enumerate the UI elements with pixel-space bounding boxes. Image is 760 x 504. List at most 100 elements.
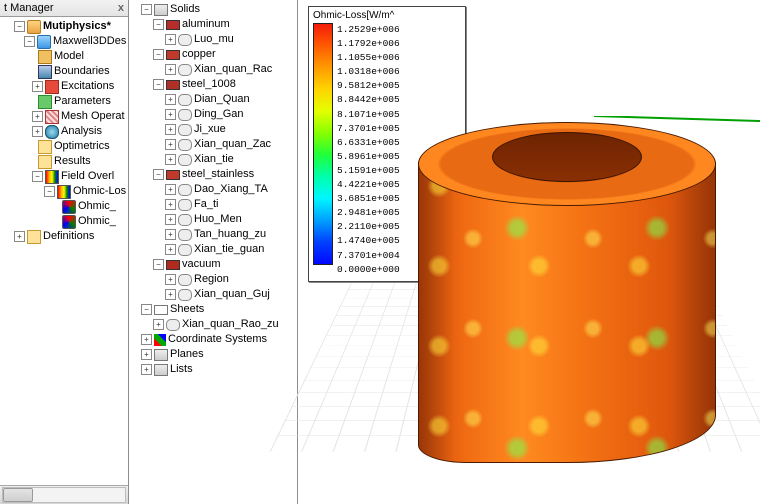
expand-icon[interactable]: + <box>141 349 152 360</box>
expand-icon[interactable]: + <box>165 34 176 45</box>
tree-item[interactable]: Parameters <box>54 94 111 109</box>
sheets-node[interactable]: Sheets <box>170 302 204 317</box>
expand-icon[interactable]: − <box>141 4 152 15</box>
legend-value: 6.6331e+005 <box>337 136 400 150</box>
cylinder-body <box>418 162 716 463</box>
expand-icon[interactable]: + <box>165 229 176 240</box>
project-tree[interactable]: −Mutiphysics* −Maxwell3DDes Model Bounda… <box>0 17 128 485</box>
expand-icon[interactable]: + <box>153 319 164 330</box>
optimetrics-icon <box>38 140 52 154</box>
expand-icon[interactable]: + <box>165 184 176 195</box>
object-node[interactable]: Huo_Men <box>194 212 242 227</box>
expand-icon[interactable]: + <box>141 334 152 345</box>
object-node[interactable]: Dian_Quan <box>194 92 250 107</box>
tree-item[interactable]: Boundaries <box>54 64 110 79</box>
panel-titlebar: t Manager x <box>0 0 128 17</box>
expand-icon[interactable]: + <box>14 231 25 242</box>
object-icon <box>178 229 192 241</box>
legend-colorbar <box>313 23 333 265</box>
material-node[interactable]: steel_stainless <box>182 167 254 182</box>
object-icon <box>178 244 192 256</box>
tree-item[interactable]: Definitions <box>43 229 94 244</box>
expand-icon[interactable]: − <box>153 79 164 90</box>
expand-icon[interactable]: + <box>165 139 176 150</box>
tree-item[interactable]: Field Overl <box>61 169 114 184</box>
object-node[interactable]: Xian_quan_Rac <box>194 62 272 77</box>
expand-icon[interactable]: + <box>165 154 176 165</box>
tree-item[interactable]: Analysis <box>61 124 102 139</box>
close-icon[interactable]: x <box>118 2 124 14</box>
expand-icon[interactable]: − <box>24 36 35 47</box>
object-icon <box>166 319 180 331</box>
legend-value: 1.1055e+006 <box>337 51 400 65</box>
object-node[interactable]: Ding_Gan <box>194 107 244 122</box>
material-node[interactable]: vacuum <box>182 257 221 272</box>
object-node[interactable]: Tan_huang_zu <box>194 227 266 242</box>
material-node[interactable]: copper <box>182 47 216 62</box>
object-node[interactable]: Fa_ti <box>194 197 218 212</box>
project-root[interactable]: Mutiphysics* <box>43 19 111 34</box>
legend-value: 1.2529e+006 <box>337 23 400 37</box>
expand-icon[interactable]: + <box>165 244 176 255</box>
object-node[interactable]: Dao_Xiang_TA <box>194 182 268 197</box>
object-icon <box>178 109 192 121</box>
material-node[interactable]: steel_1008 <box>182 77 236 92</box>
expand-icon[interactable]: + <box>165 199 176 210</box>
expand-icon[interactable]: + <box>165 274 176 285</box>
expand-icon[interactable]: − <box>141 304 152 315</box>
expand-icon[interactable]: + <box>165 289 176 300</box>
object-node[interactable]: Xian_quan_Guj <box>194 287 270 302</box>
object-icon <box>178 184 192 196</box>
expand-icon[interactable]: + <box>32 126 43 137</box>
object-icon <box>178 154 192 166</box>
lists-icon <box>154 364 168 376</box>
tree-item[interactable]: Optimetrics <box>54 139 110 154</box>
expand-icon[interactable]: − <box>153 19 164 30</box>
legend-value: 4.4221e+005 <box>337 178 400 192</box>
object-node[interactable]: Region <box>194 272 229 287</box>
object-node[interactable]: Xian_tie_guan <box>194 242 264 257</box>
expand-icon[interactable]: + <box>165 124 176 135</box>
legend-title: Ohmic-Loss[W/m^ <box>313 10 461 21</box>
object-node[interactable]: Luo_mu <box>194 32 234 47</box>
scroll-thumb[interactable] <box>3 488 33 502</box>
object-node[interactable]: Xian_tie <box>194 152 234 167</box>
expand-icon[interactable]: − <box>14 21 25 32</box>
expand-icon[interactable]: − <box>153 169 164 180</box>
material-icon <box>166 50 180 60</box>
tree-item[interactable]: Planes <box>170 347 204 362</box>
3d-viewport[interactable]: Y Ohmic-Loss[W/m^ 1.2529e+0061.1792e+006… <box>298 0 760 504</box>
expand-icon[interactable]: + <box>165 64 176 75</box>
tree-item[interactable]: Lists <box>170 362 193 377</box>
design-node[interactable]: Maxwell3DDes <box>53 34 126 49</box>
expand-icon[interactable]: + <box>165 109 176 120</box>
tree-item[interactable]: Xian_quan_Rao_zu <box>182 317 279 332</box>
scroll-track[interactable] <box>2 487 126 503</box>
material-node[interactable]: aluminum <box>182 17 230 32</box>
ohmic-loss-icon <box>57 185 71 199</box>
expand-icon[interactable]: − <box>153 259 164 270</box>
tree-item[interactable]: Ohmic-Los <box>73 184 126 199</box>
expand-icon[interactable]: − <box>32 171 43 182</box>
tree-item[interactable]: Excitations <box>61 79 114 94</box>
hscrollbar[interactable] <box>0 485 128 504</box>
expand-icon[interactable]: − <box>153 49 164 60</box>
tree-item[interactable]: Mesh Operat <box>61 109 125 124</box>
tree-item[interactable]: Ohmic_ <box>78 199 116 214</box>
tree-item[interactable]: Results <box>54 154 91 169</box>
model-tree-panel[interactable]: −Solids −aluminum+Luo_mu−copper+Xian_qua… <box>129 0 298 504</box>
expand-icon[interactable]: + <box>141 364 152 375</box>
object-node[interactable]: Xian_quan_Zac <box>194 137 271 152</box>
tree-item[interactable]: Model <box>54 49 84 64</box>
expand-icon[interactable]: + <box>32 111 43 122</box>
object-node[interactable]: Ji_xue <box>194 122 226 137</box>
tree-item[interactable]: Ohmic_ <box>78 214 116 229</box>
object-icon <box>178 199 192 211</box>
expand-icon[interactable]: + <box>32 81 43 92</box>
expand-icon[interactable]: − <box>44 186 55 197</box>
solids-node[interactable]: Solids <box>170 2 200 17</box>
analysis-icon <box>45 125 59 139</box>
expand-icon[interactable]: + <box>165 214 176 225</box>
expand-icon[interactable]: + <box>165 94 176 105</box>
tree-item[interactable]: Coordinate Systems <box>168 332 267 347</box>
